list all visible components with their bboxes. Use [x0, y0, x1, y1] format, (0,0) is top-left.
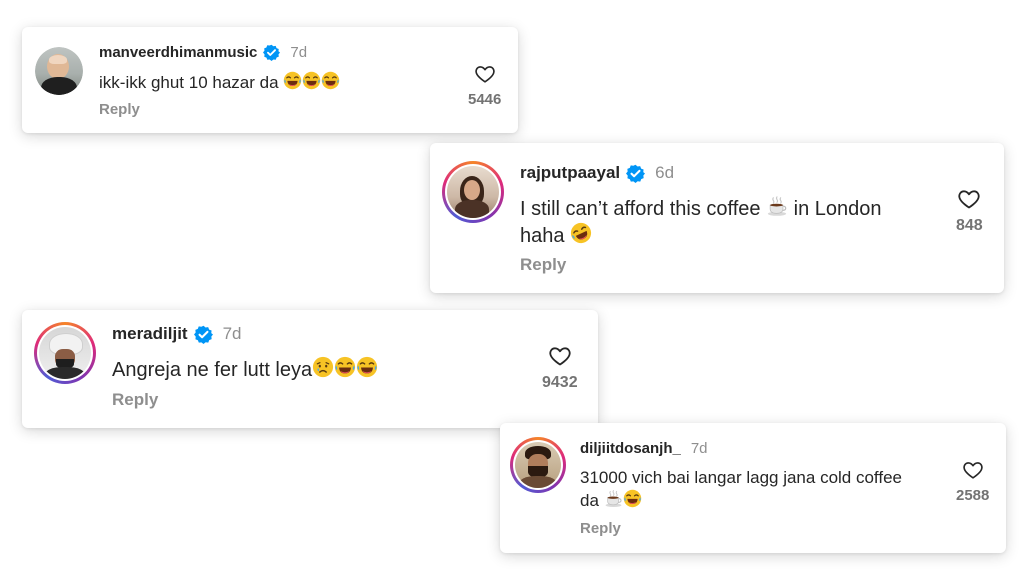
heart-icon[interactable]: [548, 344, 572, 368]
username[interactable]: rajputpaayal: [520, 163, 620, 183]
comment-time[interactable]: 7d: [223, 324, 242, 344]
hot-beverage-emoji-icon: [766, 195, 788, 217]
laughing-emoji-icon: [302, 71, 321, 90]
comment-header: manveerdhimanmusic 7d: [99, 44, 307, 61]
laughing-emoji-icon: [334, 356, 356, 378]
username[interactable]: manveerdhimanmusic: [99, 44, 257, 61]
reply-button[interactable]: Reply: [580, 520, 621, 537]
comment-body-line1: 31000 vich bai langar lagg jana cold cof…: [580, 468, 902, 487]
laughing-emoji-icon: [623, 489, 642, 508]
comment-time[interactable]: 6d: [655, 163, 674, 183]
username[interactable]: diljiitdosanjh_: [580, 440, 681, 457]
username[interactable]: meradiljit: [112, 324, 188, 344]
like-section: 5446: [468, 63, 501, 108]
comment-text: ikk-ikk ghut 10 hazar da: [99, 71, 340, 94]
avatar[interactable]: [510, 437, 566, 493]
reply-button[interactable]: Reply: [112, 390, 158, 410]
crying-emoji-icon: [312, 356, 334, 378]
reply-button[interactable]: Reply: [99, 101, 140, 118]
comment-body-line1: I still can’t afford this coffee: [520, 198, 761, 220]
comment-card: diljiitdosanjh_ 7d 31000 vich bai langar…: [500, 423, 1006, 553]
comment-card: manveerdhimanmusic 7d ikk-ikk ghut 10 ha…: [22, 27, 518, 133]
comment-text: Angreja ne fer lutt leya: [112, 356, 378, 383]
avatar[interactable]: [442, 161, 504, 223]
like-section: 9432: [542, 344, 578, 392]
hot-beverage-emoji-icon: [604, 489, 623, 508]
comment-body-line2: haha: [520, 225, 565, 248]
like-section: 848: [956, 187, 983, 235]
comment-header: diljiitdosanjh_ 7d: [580, 440, 708, 457]
comment-text: I still can’t afford this coffee in Lond…: [520, 195, 882, 250]
comment-body-line2: da: [580, 491, 599, 511]
like-count: 9432: [542, 374, 578, 391]
laughing-emoji-icon: [321, 71, 340, 90]
heart-icon[interactable]: [957, 187, 981, 211]
comment-body-line1-end: in London: [793, 198, 882, 220]
like-count: 848: [956, 217, 983, 234]
comment-body: ikk-ikk ghut 10 hazar da: [99, 73, 279, 92]
laughing-emoji-icon: [356, 356, 378, 378]
comment-card: rajputpaayal 6d I still can’t afford thi…: [430, 143, 1004, 293]
like-count: 5446: [468, 91, 502, 108]
avatar[interactable]: [34, 322, 96, 384]
verified-badge-icon: [626, 164, 645, 183]
comment-header: meradiljit 7d: [112, 324, 242, 344]
comment-body: Angreja ne fer lutt leya: [112, 359, 313, 381]
verified-badge-icon: [263, 44, 280, 61]
heart-icon[interactable]: [474, 63, 496, 85]
rofl-emoji-icon: [570, 222, 592, 244]
heart-icon[interactable]: [962, 459, 984, 481]
laughing-emoji-icon: [283, 71, 302, 90]
comment-time[interactable]: 7d: [290, 44, 307, 61]
comment-header: rajputpaayal 6d: [520, 163, 674, 183]
comment-text: 31000 vich bai langar lagg jana cold cof…: [580, 467, 902, 513]
like-section: 2588: [956, 459, 989, 504]
like-count: 2588: [956, 487, 990, 504]
reply-button[interactable]: Reply: [520, 255, 566, 275]
comment-time[interactable]: 7d: [691, 440, 708, 457]
verified-badge-icon: [194, 325, 213, 344]
avatar[interactable]: [35, 47, 83, 95]
comment-card: meradiljit 7d Angreja ne fer lutt leya R…: [22, 310, 598, 428]
